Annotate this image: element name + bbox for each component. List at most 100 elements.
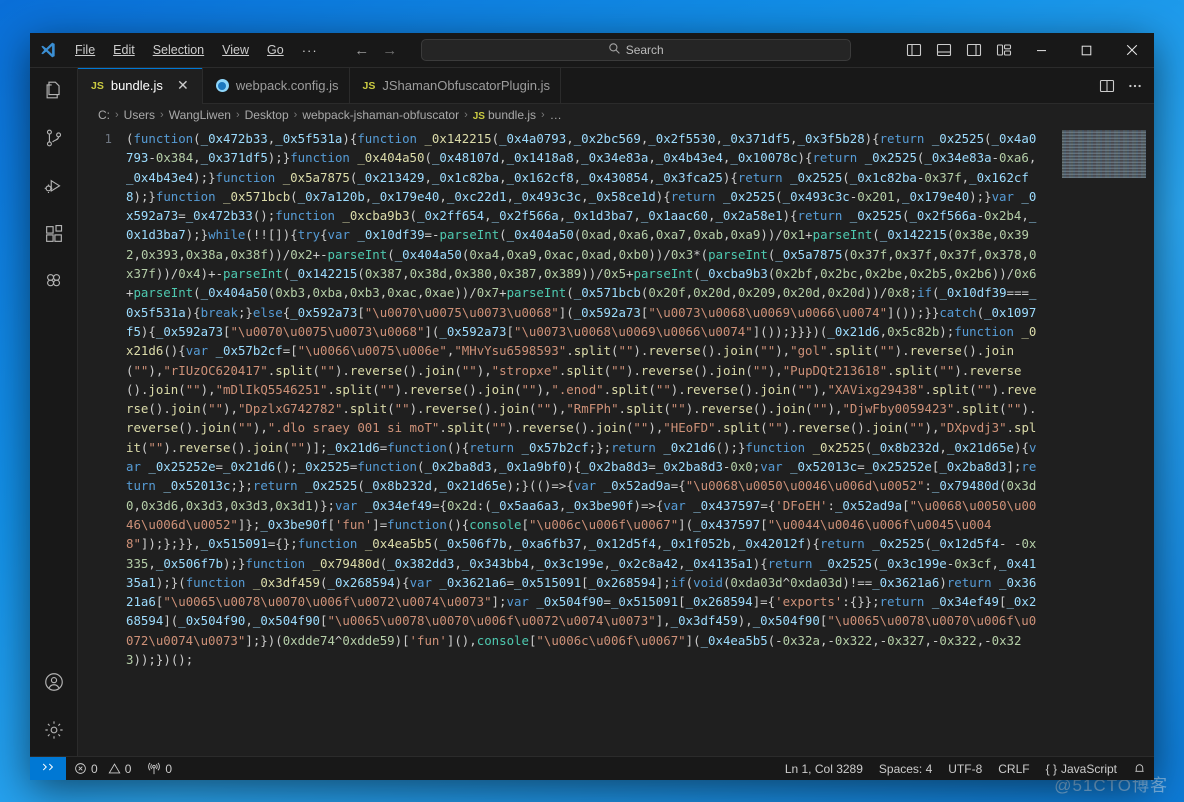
maximize-button[interactable] — [1064, 33, 1109, 67]
status-bar: 0 0 0 Ln 1, Col 3289 Spaces: 4 UTF-8 CRL… — [30, 756, 1154, 780]
breadcrumb: C: › Users › WangLiwen › Desktop › webpa… — [78, 104, 1154, 126]
radio-tower-icon — [147, 762, 161, 776]
files-icon — [43, 79, 65, 106]
error-icon — [74, 762, 87, 775]
workbench-body: JS bundle.js ✕ webpack.config.js JS JSha… — [30, 68, 1154, 756]
breadcrumb-item-project[interactable]: webpack-jshaman-obfuscator — [302, 108, 459, 122]
editor-code-area[interactable]: 1 (function(_0x472b33,_0x5f531a){functio… — [78, 126, 1154, 756]
tab-label: JShamanObfuscatorPlugin.js — [382, 78, 551, 93]
status-bar-right: Ln 1, Col 3289 Spaces: 4 UTF-8 CRLF { } … — [777, 757, 1154, 780]
gear-icon — [43, 719, 65, 746]
breadcrumb-item-desktop[interactable]: Desktop — [245, 108, 289, 122]
status-ports[interactable]: 0 — [139, 757, 180, 780]
sidebar-item-extensions[interactable] — [30, 212, 78, 260]
tab-label: webpack.config.js — [235, 78, 339, 93]
menu-item-go-label: Go — [267, 43, 284, 57]
title-bar-right — [899, 33, 1154, 67]
menu-item-selection[interactable]: Selection — [145, 40, 212, 60]
warning-icon — [108, 762, 121, 775]
status-errors-count: 0 — [91, 761, 98, 776]
remote-icon — [41, 760, 55, 777]
menu-item-edit[interactable]: Edit — [105, 40, 143, 60]
account-icon — [43, 671, 65, 698]
minimap-slider[interactable] — [1062, 130, 1146, 178]
js-file-icon: JS — [91, 79, 104, 92]
tab-jshaman-obfuscator-plugin-js[interactable]: JS JShamanObfuscatorPlugin.js — [349, 68, 562, 103]
status-editor-indentation[interactable]: Spaces: 4 — [871, 757, 940, 780]
source-control-icon — [43, 127, 65, 154]
sidebar-item-run-and-debug[interactable] — [30, 164, 78, 212]
breadcrumb-item-users[interactable]: Users — [124, 108, 155, 122]
search-icon — [608, 42, 621, 58]
vscode-window: File Edit Selection View Go ··· ← → Sear… — [30, 33, 1154, 780]
status-editor-position[interactable]: Ln 1, Col 3289 — [777, 757, 871, 780]
breadcrumb-separator: › — [115, 109, 119, 121]
status-warnings-count: 0 — [124, 761, 132, 776]
run-debug-icon — [43, 175, 65, 202]
breadcrumb-item-drive[interactable]: C: — [98, 108, 110, 122]
breadcrumb-item-wangliwen[interactable]: WangLiwen — [169, 108, 231, 122]
menu-item-edit-label: Edit — [113, 43, 135, 57]
breadcrumb-separator: › — [464, 109, 468, 121]
sidebar-item-figma[interactable] — [30, 260, 78, 308]
code-content[interactable]: (function(_0x472b33,_0x5f531a){function … — [126, 126, 1154, 756]
menu-item-file[interactable]: File — [67, 40, 103, 60]
status-notifications[interactable] — [1125, 757, 1154, 780]
breadcrumb-separator: › — [160, 109, 164, 121]
breadcrumb-item-symbols[interactable]: … — [550, 108, 562, 122]
status-problems-errors[interactable]: 0 0 — [66, 757, 139, 780]
breadcrumb-separator: › — [293, 109, 298, 121]
customize-layout-icon[interactable] — [989, 33, 1019, 67]
menu-item-file-label: File — [75, 43, 96, 57]
menu-item-selection-label: Selection — [152, 43, 205, 57]
go-forward-icon[interactable]: → — [379, 39, 401, 61]
status-ports-count: 0 — [165, 761, 173, 776]
extensions-icon — [43, 223, 65, 250]
minimize-button[interactable] — [1019, 33, 1064, 67]
breadcrumb-separator: › — [541, 109, 545, 121]
toggle-panel-icon[interactable] — [929, 33, 959, 67]
tab-bundle-js[interactable]: JS bundle.js ✕ — [78, 68, 203, 104]
sidebar-item-explorer[interactable] — [30, 68, 78, 116]
status-editor-encoding[interactable]: UTF-8 — [940, 757, 990, 780]
menu-bar: File Edit Selection View Go ··· — [66, 33, 327, 67]
search-input[interactable]: Search — [420, 39, 851, 61]
tab-close-icon[interactable]: ✕ — [174, 77, 192, 95]
toggle-primary-sidebar-icon[interactable] — [899, 33, 929, 67]
status-language-label: JavaScript — [1060, 761, 1117, 776]
sidebar-item-accounts[interactable] — [30, 660, 78, 708]
breadcrumb-separator: › — [235, 109, 240, 121]
more-actions-icon[interactable] — [1122, 73, 1148, 99]
js-file-icon: JS — [362, 79, 376, 92]
status-editor-eol[interactable]: CRLF — [990, 757, 1037, 780]
minimap[interactable] — [1054, 126, 1154, 756]
tab-label: bundle.js — [110, 78, 163, 93]
toggle-secondary-sidebar-icon[interactable] — [959, 33, 989, 67]
status-remote-indicator[interactable] — [30, 757, 66, 780]
sidebar-item-manage[interactable] — [30, 708, 78, 756]
js-file-icon: JS — [472, 111, 485, 122]
activity-bar — [30, 68, 78, 756]
webpack-file-icon — [215, 79, 229, 92]
split-editor-icon[interactable] — [1094, 73, 1120, 99]
editor-group: JS bundle.js ✕ webpack.config.js JS JSha… — [78, 68, 1154, 756]
breadcrumb-item-file[interactable]: JS bundle.js — [473, 108, 536, 122]
navigation-arrows: ← → — [351, 39, 401, 61]
breadcrumb-item-file-label: bundle.js — [487, 108, 537, 122]
figma-icon — [43, 271, 65, 298]
editor-tab-bar: JS bundle.js ✕ webpack.config.js JS JSha… — [78, 68, 1154, 104]
menu-item-view-label: View — [222, 43, 250, 57]
braces-icon: { } — [1045, 761, 1057, 776]
status-editor-language[interactable]: { } JavaScript — [1038, 757, 1125, 780]
menu-item-go[interactable]: Go — [259, 40, 292, 60]
menu-item-view[interactable]: View — [214, 40, 257, 60]
bell-icon — [1133, 762, 1146, 775]
sidebar-item-source-control[interactable] — [30, 116, 78, 164]
close-button[interactable] — [1109, 33, 1154, 67]
go-back-icon[interactable]: ← — [351, 39, 373, 61]
editor-actions — [1094, 68, 1154, 103]
title-bar: File Edit Selection View Go ··· ← → Sear… — [30, 33, 1154, 68]
search-placeholder: Search — [625, 43, 664, 57]
tab-webpack-config-js[interactable]: webpack.config.js — [202, 68, 350, 103]
menu-item-more[interactable]: ··· — [294, 40, 326, 61]
